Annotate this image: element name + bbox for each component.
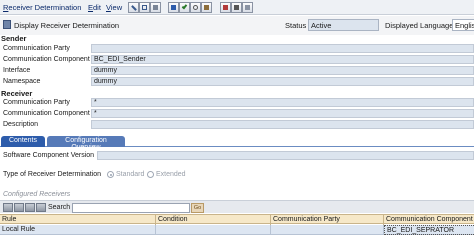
where-used-button[interactable]	[190, 2, 201, 13]
display-button[interactable]	[150, 2, 161, 13]
receiver-party-label: Communication Party	[3, 99, 70, 106]
copy-icon	[142, 5, 147, 10]
receiver-determination-icon	[3, 20, 11, 29]
tab-contents[interactable]: Contents	[1, 136, 45, 147]
info-icon	[171, 5, 176, 10]
details-icon[interactable]	[36, 203, 46, 212]
table-row[interactable]: Local Rule BC_EDI_SEPRATOR	[0, 225, 474, 235]
cell-condition[interactable]	[156, 225, 271, 235]
extended-radio[interactable]	[147, 171, 154, 178]
namespace-field[interactable]: dummy	[91, 77, 474, 86]
interface-field[interactable]: dummy	[91, 66, 474, 75]
edit-button[interactable]	[128, 2, 139, 13]
receiver-heading: Receiver	[1, 89, 33, 98]
column-header-communication-component[interactable]: Communication Component	[384, 215, 474, 225]
tab-strip: Contents Configuration Overview	[0, 136, 474, 151]
receiver-component-label: Communication Component	[3, 110, 90, 117]
column-header-rule[interactable]: Rule	[0, 215, 156, 225]
delete-icon	[234, 5, 239, 10]
status-label: Status	[285, 21, 307, 30]
delete-row-icon[interactable]	[25, 203, 35, 212]
standard-radio-label: Standard	[116, 171, 145, 178]
table-toolbar: Search Go	[0, 200, 474, 213]
history-icon	[204, 5, 209, 10]
search-label: Search	[48, 204, 71, 211]
menu-edit[interactable]: Edit	[88, 3, 101, 12]
interface-label: Interface	[3, 67, 31, 74]
cell-rule[interactable]: Local Rule	[0, 225, 156, 235]
insert-row-icon[interactable]	[3, 203, 13, 212]
language-label: Displayed Language	[385, 21, 454, 30]
menu-bar: Receiver Determination Edit View	[0, 0, 474, 15]
receiver-type-label: Type of Receiver Determination	[3, 171, 102, 178]
menu-view[interactable]: View	[106, 3, 122, 12]
description-label: Description	[3, 121, 39, 128]
search-input[interactable]	[72, 203, 190, 213]
sender-party-field[interactable]	[91, 44, 474, 53]
print-button[interactable]	[242, 2, 253, 13]
sender-component-label: Communication Component	[3, 56, 90, 63]
cell-communication-component[interactable]: BC_EDI_SEPRATOR	[384, 225, 474, 235]
column-header-condition[interactable]: Condition	[156, 215, 271, 225]
sender-component-field[interactable]: BC_EDI_Sender	[91, 55, 474, 64]
sender-party-label: Communication Party	[3, 45, 70, 52]
swcv-label: Software Component Version	[3, 152, 95, 159]
save-button[interactable]	[220, 2, 231, 13]
description-field[interactable]	[91, 120, 474, 129]
menu-receiver-determination[interactable]: Receiver Determination	[3, 3, 81, 12]
page-title: Display Receiver Determination	[14, 21, 120, 30]
tab-configuration-overview[interactable]: Configuration Overview	[47, 136, 125, 151]
save-icon	[223, 5, 228, 10]
edit-icon	[131, 5, 137, 11]
column-header-communication-party[interactable]: Communication Party	[271, 215, 384, 225]
title-bar: Display Receiver Determination Status Ac…	[0, 16, 474, 35]
receiver-component-field[interactable]: *	[91, 109, 474, 118]
receiver-party-field[interactable]: *	[91, 98, 474, 107]
sender-heading: Sender	[1, 34, 27, 43]
copy-button[interactable]	[139, 2, 150, 13]
extended-radio-label: Extended	[156, 171, 186, 178]
cell-communication-party[interactable]	[271, 225, 384, 235]
display-icon	[153, 5, 158, 10]
status-field: Active	[308, 19, 379, 31]
language-select[interactable]: English	[452, 19, 474, 31]
swcv-field[interactable]	[97, 151, 474, 160]
history-button[interactable]	[201, 2, 212, 13]
standard-radio[interactable]	[107, 171, 114, 178]
delete-button[interactable]	[231, 2, 242, 13]
configured-receivers-heading: Configured Receivers	[3, 191, 71, 198]
go-button[interactable]: Go	[191, 203, 204, 213]
table-header: Rule Condition Communication Party Commu…	[0, 214, 474, 225]
info-button[interactable]	[168, 2, 179, 13]
copy-row-icon[interactable]	[14, 203, 24, 212]
print-icon	[245, 5, 250, 10]
check-icon	[181, 3, 188, 10]
check-button[interactable]	[179, 2, 190, 13]
where-used-icon	[193, 5, 198, 10]
namespace-label: Namespace	[3, 78, 41, 85]
